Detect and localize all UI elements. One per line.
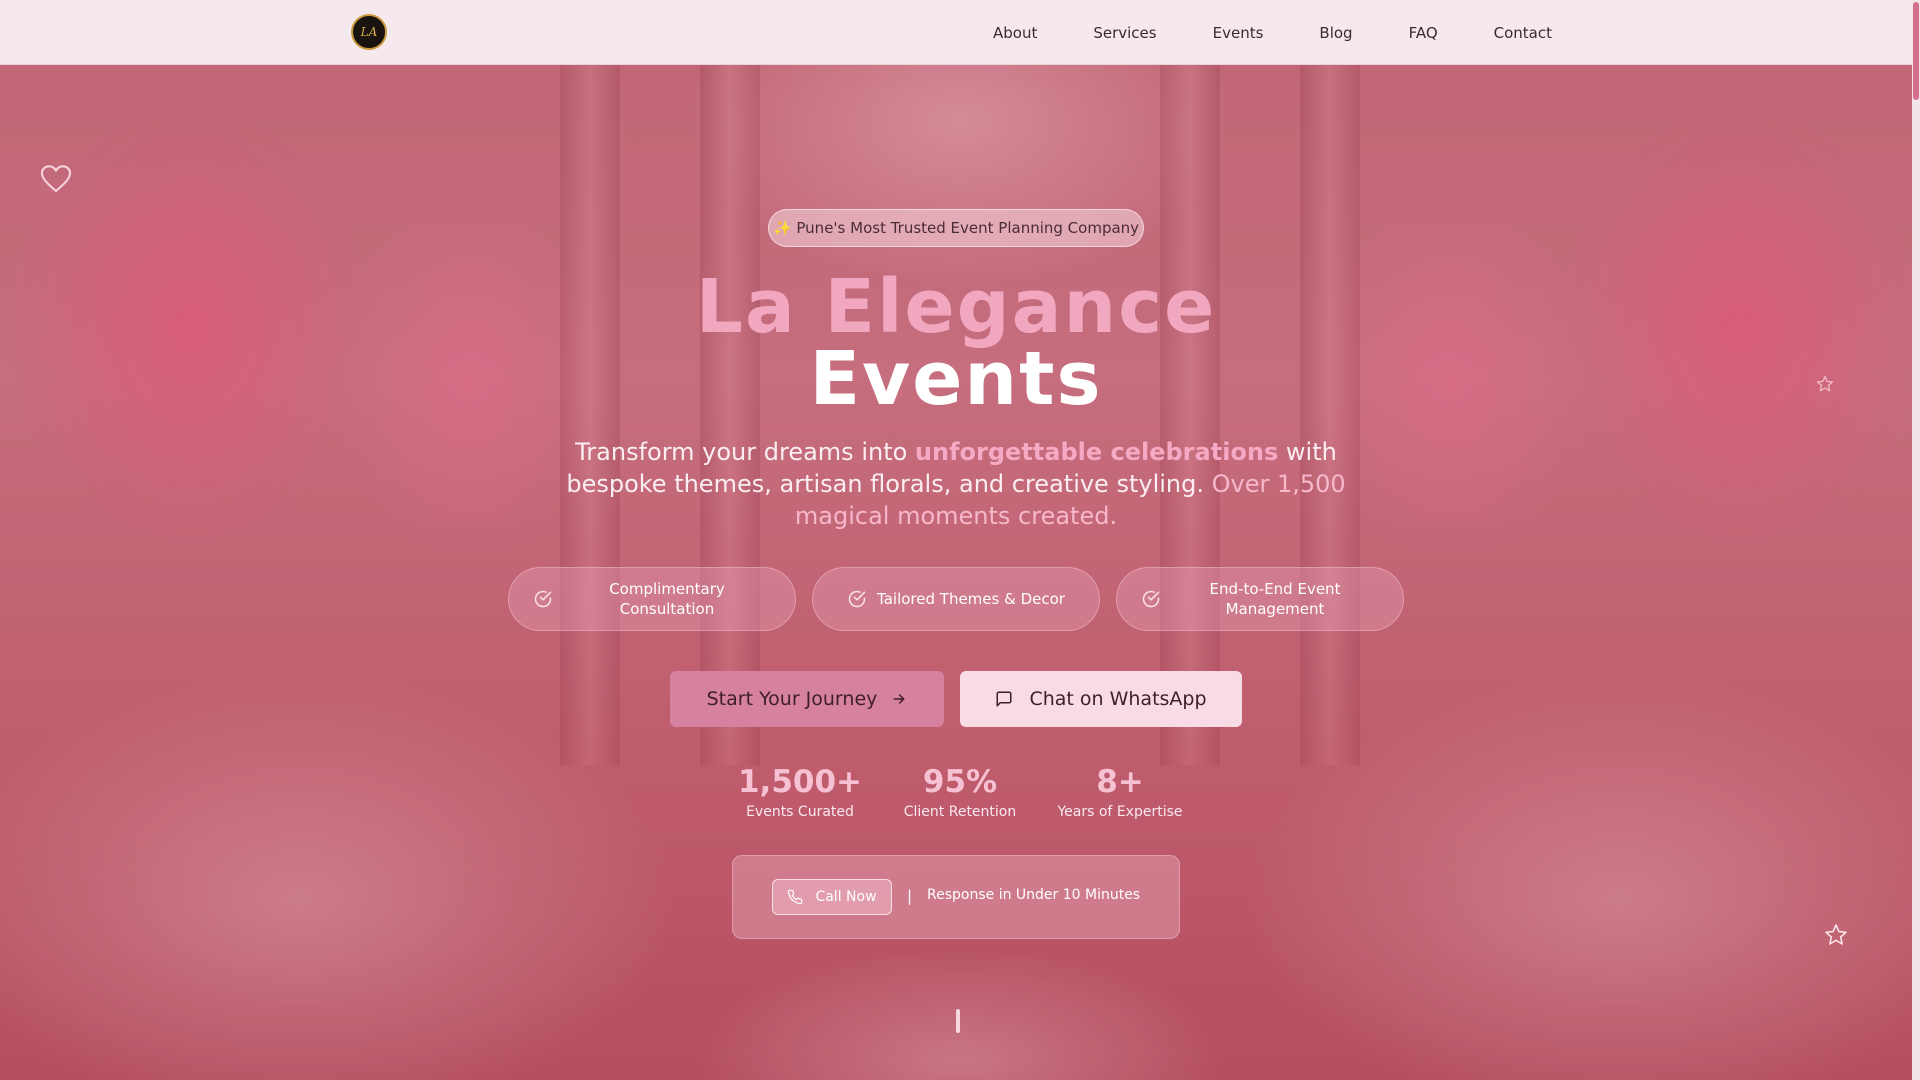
stat-value: 1,500+ [737,764,863,800]
nav-link-about[interactable]: About [993,24,1037,42]
feature-label: Tailored Themes & Decor [877,590,1065,608]
heart-icon [40,164,72,198]
star-icon [1824,923,1848,951]
page-scrollbar[interactable] [1912,0,1920,1080]
message-square-icon [996,691,1012,707]
stat-retention: 95% Client Retention [880,762,1040,822]
feature-pill-themes: Tailored Themes & Decor [812,567,1100,631]
scrollbar-thumb[interactable] [1913,2,1919,100]
start-journey-label: Start Your Journey [706,688,878,710]
nav-link-faq[interactable]: FAQ [1409,24,1438,42]
stat-label: Client Retention [903,804,1017,820]
feature-label: End-to-End Event Management [1209,580,1341,618]
stat-expertise: 8+ Years of Expertise [1040,762,1200,822]
nav-link-events[interactable]: Events [1213,24,1264,42]
call-now-label: Call Now [815,889,877,905]
feature-pill-management: End-to-End Event Management [1116,567,1404,631]
call-separator: | [907,887,913,905]
whatsapp-chat-button[interactable]: Chat on WhatsApp [960,671,1242,727]
hero-subtitle: Transform your dreams into unforgettable… [566,436,1346,532]
hero-title-line2: Events [809,336,1103,422]
call-now-button[interactable]: Call Now [772,879,892,915]
subtitle-text: Transform your dreams into [575,438,915,466]
stat-label: Events Curated [746,804,854,820]
whatsapp-chat-label: Chat on WhatsApp [1029,688,1207,710]
stat-value: 95% [922,764,998,800]
scroll-indicator[interactable] [956,1009,960,1033]
nav-link-services[interactable]: Services [1093,24,1156,42]
check-circle-icon [848,590,866,608]
feature-pill-consultation: Complimentary Consultation [508,567,796,631]
feature-label: Complimentary Consultation [609,580,725,618]
nav-link-contact[interactable]: Contact [1494,24,1552,42]
brand-logo[interactable]: LA [351,14,387,50]
stat-label: Years of Expertise [1057,804,1183,820]
start-journey-button[interactable]: Start Your Journey [670,671,944,727]
nav-link-blog[interactable]: Blog [1319,24,1352,42]
stats-row: 1,500+ Events Curated 95% Client Retenti… [720,762,1200,822]
check-circle-icon [534,590,552,608]
hero-section: ✨ Pune's Most Trusted Event Planning Com… [0,0,1912,1080]
subtitle-highlight: unforgettable celebrations [914,438,1279,466]
response-time-text: Response in Under 10 Minutes [927,887,1141,903]
stat-value: 8+ [1096,764,1144,800]
arrow-right-icon [893,694,905,704]
phone-icon [788,889,803,905]
feature-pills: Complimentary Consultation Tailored Them… [508,567,1404,631]
check-circle-icon [1142,590,1160,608]
hero-badge: ✨ Pune's Most Trusted Event Planning Com… [768,209,1144,247]
nav-links: About Services Events Blog FAQ Contact [993,0,1552,65]
stat-events: 1,500+ Events Curated [720,762,880,822]
call-panel: Call Now | Response in Under 10 Minutes [732,855,1180,939]
top-navbar: LA About Services Events Blog FAQ Contac… [0,0,1912,65]
